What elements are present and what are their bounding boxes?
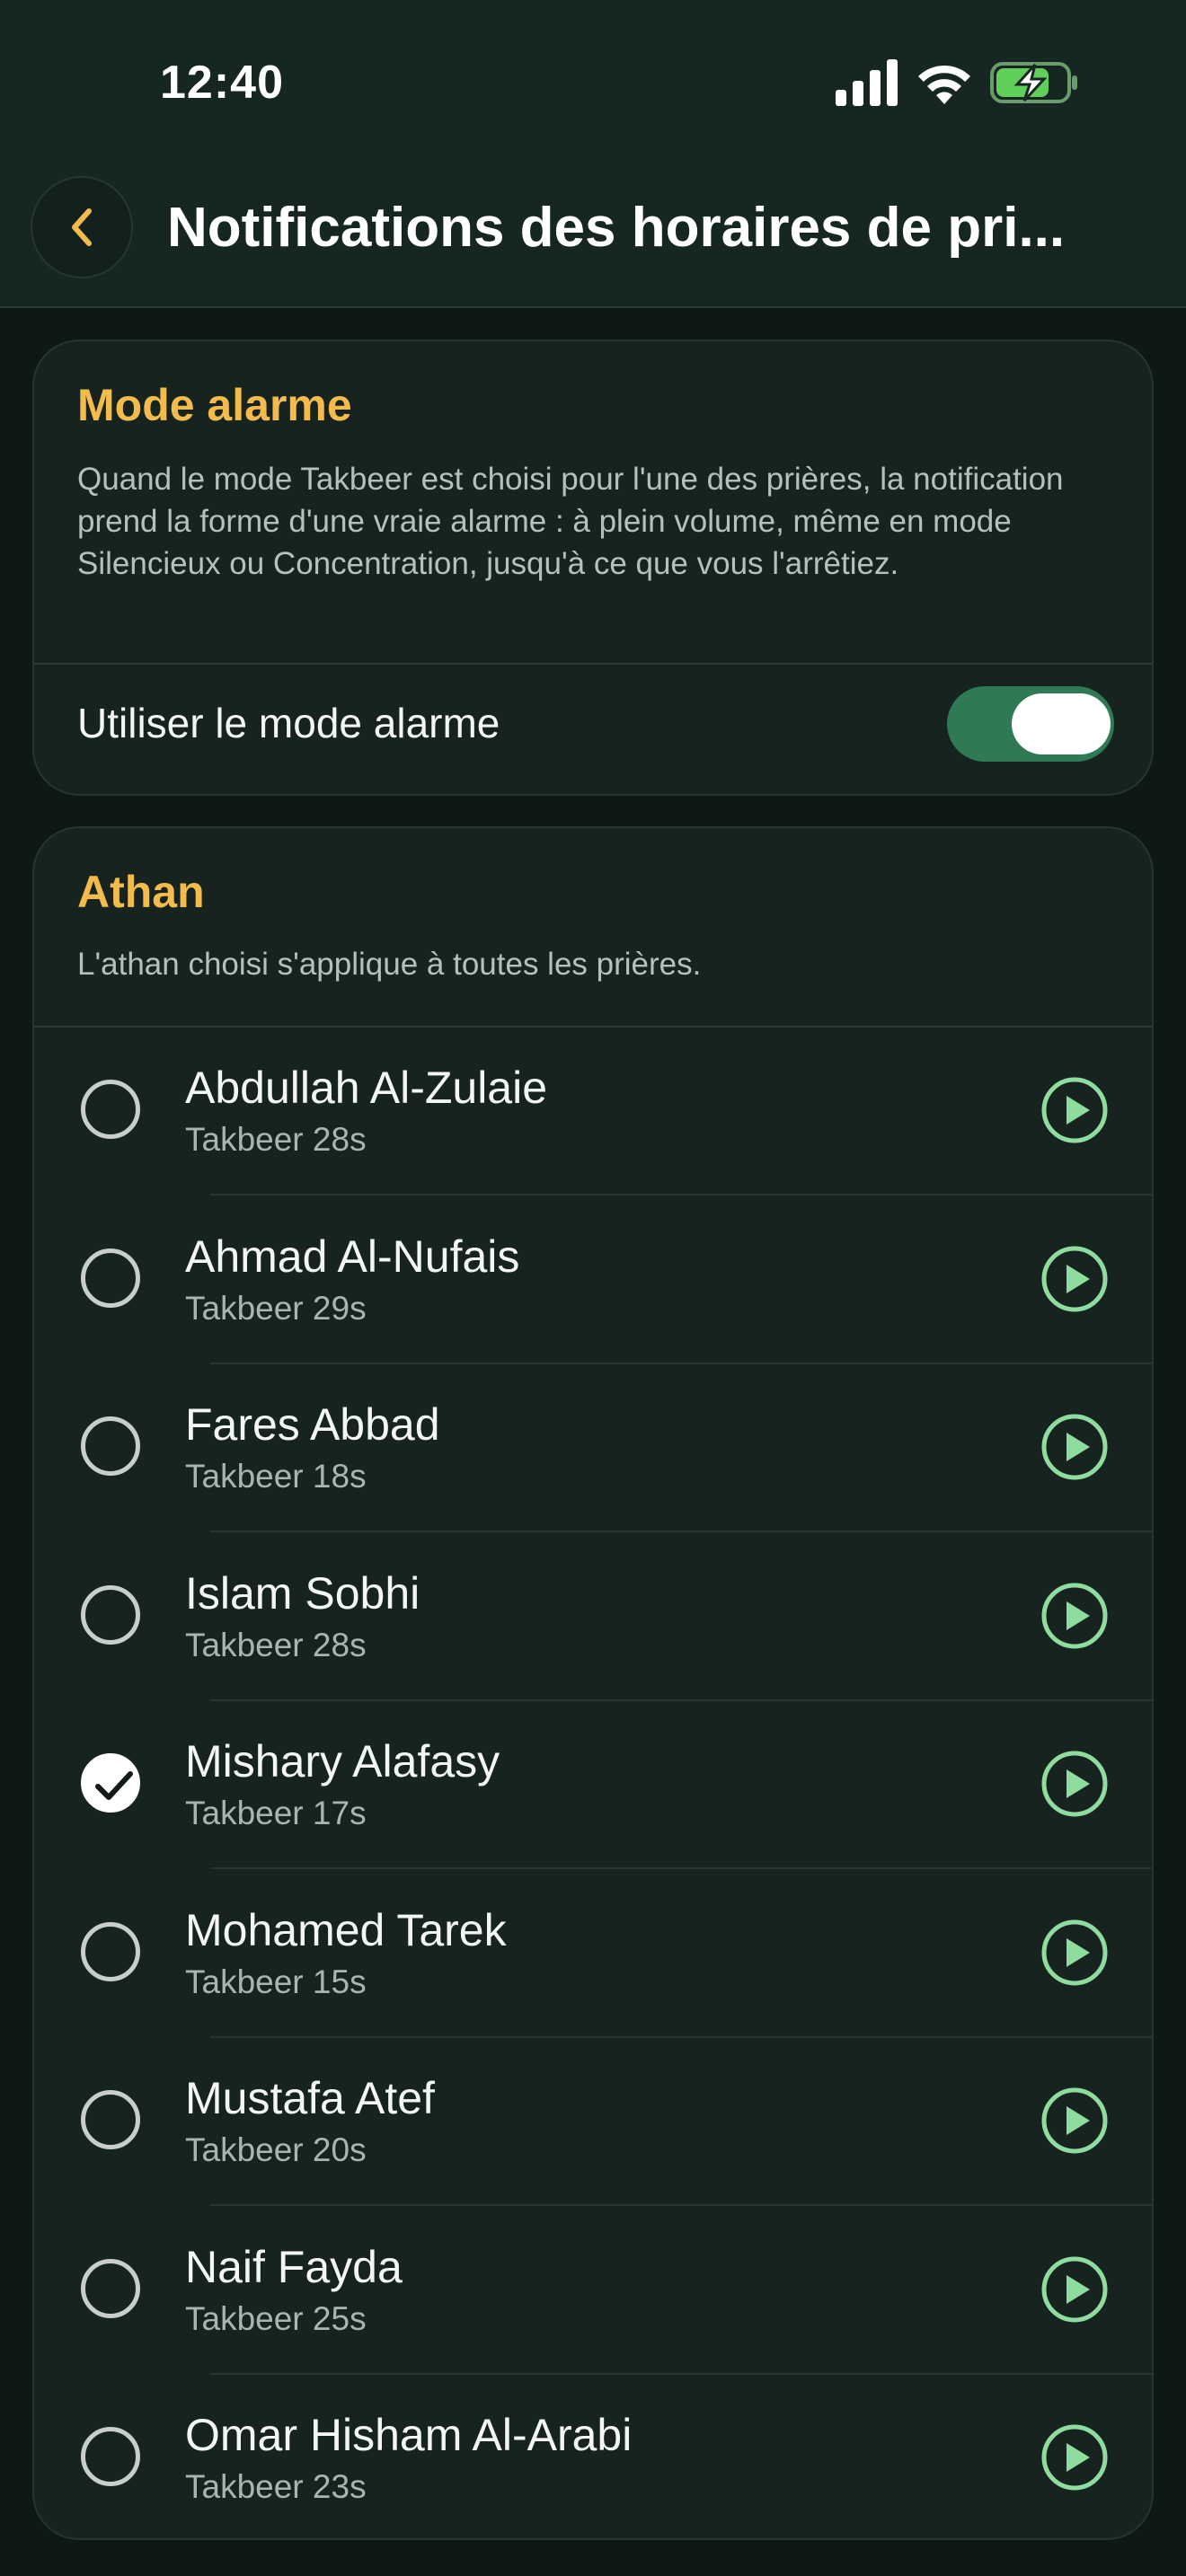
alarm-mode-toggle[interactable] [947,686,1114,762]
reciter-duration: Takbeer 25s [185,2299,367,2337]
play-icon [1041,1919,1108,1985]
reciter-duration: Takbeer 20s [185,2131,367,2168]
back-button[interactable] [31,176,133,278]
play-preview-button[interactable] [1040,1076,1109,1144]
athan-card: Athan L'athan choisi s'applique à toutes… [32,826,1154,2540]
play-preview-button[interactable] [1040,1919,1109,1987]
reciter-name: Fares Abbad [185,1399,440,1450]
play-preview-button[interactable] [1040,1245,1109,1313]
play-icon [1041,1246,1108,1311]
cellular-signal-icon [836,59,898,106]
radio-unchecked[interactable] [81,1080,140,1139]
play-preview-button[interactable] [1040,1413,1109,1481]
reciter-name: Naif Fayda [185,2241,403,2292]
radio-unchecked[interactable] [81,1584,140,1645]
play-icon [1041,2256,1108,2322]
status-time: 12:40 [160,57,284,109]
reciter-row[interactable]: Mustafa Atef Takbeer 20s [34,2038,1152,2206]
reciter-row[interactable]: Naif Fayda Takbeer 25s [34,2207,1152,2375]
reciter-row[interactable]: Abdullah Al-Zulaie Takbeer 28s [34,1028,1152,1195]
reciter-row[interactable]: Omar Hisham Al-Arabi Takbeer 23s [34,2375,1152,2538]
reciter-row[interactable]: Mohamed Tarek Takbeer 15s [34,1870,1152,2038]
radio-unchecked[interactable] [81,1921,140,1981]
chevron-left-icon [72,208,92,246]
reciter-name: Abdullah Al-Zulaie [185,1063,548,1113]
page-title: Notifications des horaires de pri... [167,197,1066,259]
play-preview-button[interactable] [1040,2086,1109,2155]
reciter-name: Islam Sobhi [185,1567,420,1619]
alarm-mode-card: Mode alarme Quand le mode Takbeer est ch… [32,340,1154,796]
reciter-name: Ahmad Al-Nufais [185,1231,520,1282]
play-icon [1041,1751,1108,1817]
reciter-row[interactable]: Islam Sobhi Takbeer 28s [34,1533,1152,1701]
play-icon [1041,1583,1108,1648]
athan-description: L'athan choisi s'applique à toutes les p… [77,947,702,982]
battery-charging-icon [990,62,1077,103]
toggle-knob [1012,693,1111,754]
radio-checked[interactable] [81,1753,140,1813]
alarm-mode-title: Mode alarme [77,380,352,430]
alarm-mode-toggle-label: Utiliser le mode alarme [77,700,500,746]
play-preview-button[interactable] [1040,1582,1109,1650]
play-icon [1041,2424,1108,2491]
play-icon [1041,1077,1108,1143]
reciter-name: Mishary Alafasy [185,1736,500,1786]
play-icon [1041,2087,1108,2154]
radio-unchecked[interactable] [81,1248,140,1308]
checkmark-icon [95,1771,133,1800]
alarm-mode-row: Utiliser le mode alarme [34,663,1152,794]
radio-unchecked[interactable] [81,1416,140,1476]
reciter-row[interactable]: Mishary Alafasy Takbeer 17s [34,1701,1152,1869]
play-preview-button[interactable] [1040,2423,1109,2492]
play-preview-button[interactable] [1040,1750,1109,1818]
alarm-mode-description: Quand le mode Takbeer est choisi pour l'… [77,462,1064,581]
wifi-icon [918,65,970,104]
reciter-duration: Takbeer 18s [185,1458,367,1495]
play-icon [1041,1414,1108,1480]
radio-unchecked[interactable] [81,2427,140,2486]
reciter-row[interactable]: Ahmad Al-Nufais Takbeer 29s [34,1196,1152,1364]
reciter-name: Mohamed Tarek [185,1904,507,1955]
reciter-row[interactable]: Fares Abbad Takbeer 18s [34,1364,1152,1532]
reciter-duration: Takbeer 15s [185,1963,367,2000]
reciter-duration: Takbeer 28s [185,1626,367,1663]
reciter-duration: Takbeer 28s [185,1121,367,1158]
play-preview-button[interactable] [1040,2255,1109,2324]
radio-unchecked[interactable] [81,2258,140,2318]
reciter-duration: Takbeer 23s [185,2468,367,2505]
top-bar: 12:40 Notifications des horaires de pri.… [0,0,1186,308]
reciter-name: Omar Hisham Al-Arabi [185,2410,633,2460]
reciter-duration: Takbeer 17s [185,1795,367,1831]
reciter-duration: Takbeer 29s [185,1289,367,1327]
reciter-name: Mustafa Atef [185,2073,435,2123]
athan-title: Athan [77,867,205,917]
radio-unchecked[interactable] [81,2090,140,2149]
